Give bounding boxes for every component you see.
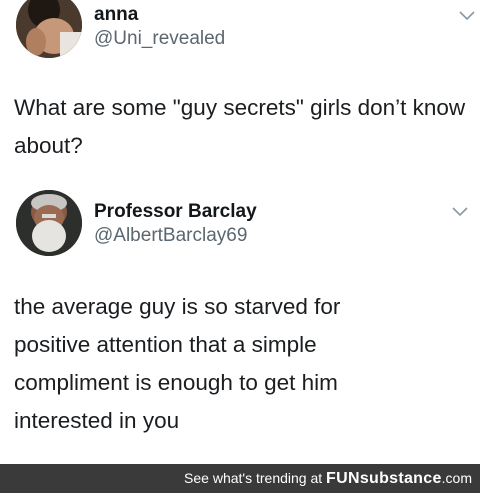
- avatar-photo: [16, 190, 82, 256]
- author-name[interactable]: anna: [94, 4, 138, 26]
- chevron-down-icon[interactable]: [451, 206, 469, 218]
- tweet-text: What are some "guy secrets" girls don’t …: [14, 95, 466, 158]
- author-handle[interactable]: @Uni_revealed: [94, 28, 225, 50]
- watermark-suffix: .com: [441, 470, 472, 486]
- watermark-text[interactable]: See what's trending at FUNsubstance.com: [184, 470, 472, 488]
- avatar-anna[interactable]: [16, 0, 82, 58]
- avatar-professor-barclay[interactable]: [16, 190, 82, 256]
- author-handle[interactable]: @AlbertBarclay69: [94, 225, 247, 247]
- watermark-brand: FUNsubstance: [326, 470, 442, 487]
- watermark-footer: See what's trending at FUNsubstance.com: [0, 464, 480, 493]
- chevron-down-icon[interactable]: [458, 10, 476, 22]
- tweet-anna: anna @Uni_revealed What are some "guy se…: [0, 0, 480, 180]
- avatar-photo: [16, 0, 82, 58]
- tweet-professor-barclay: Professor Barclay @AlbertBarclay69 the a…: [0, 180, 480, 464]
- watermark-prefix: See what's trending at: [184, 470, 327, 486]
- tweet-text: the average guy is so starved for positi…: [14, 294, 341, 433]
- author-name[interactable]: Professor Barclay: [94, 201, 257, 223]
